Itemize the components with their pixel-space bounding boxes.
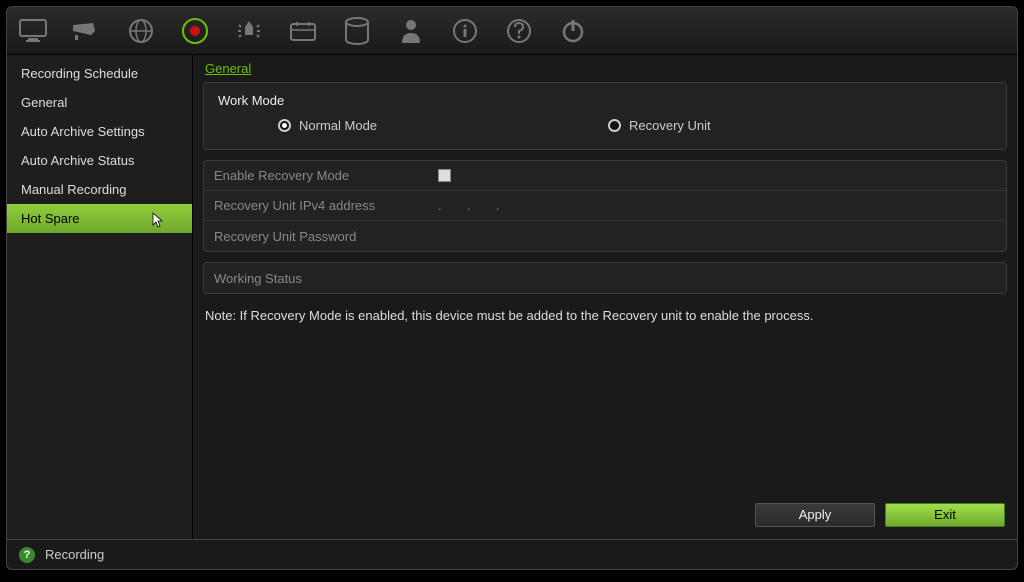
radio-label: Recovery Unit — [629, 118, 711, 133]
row-enable-recovery: Enable Recovery Mode — [204, 161, 1006, 191]
tab-general[interactable]: General — [205, 61, 251, 76]
content-area: General Work Mode Normal Mode Recovery U… — [193, 55, 1017, 539]
sidebar: Recording Schedule General Auto Archive … — [7, 55, 193, 539]
row-password: Recovery Unit Password — [204, 221, 1006, 251]
info-icon[interactable] — [447, 13, 483, 49]
sidebar-item-general[interactable]: General — [7, 88, 192, 117]
recovery-form: Enable Recovery Mode Recovery Unit IPv4 … — [203, 160, 1007, 252]
hdd-icon[interactable] — [339, 13, 375, 49]
label-enable-recovery: Enable Recovery Mode — [204, 168, 428, 183]
row-working-status: Working Status — [204, 263, 1006, 293]
cursor-icon — [152, 212, 164, 228]
sidebar-item-label: Hot Spare — [21, 211, 80, 226]
radio-icon — [278, 119, 291, 132]
sidebar-item-recording-schedule[interactable]: Recording Schedule — [7, 59, 192, 88]
note-text: Note: If Recovery Mode is enabled, this … — [203, 304, 1007, 327]
schedule-icon[interactable] — [285, 13, 321, 49]
sidebar-item-auto-archive-status[interactable]: Auto Archive Status — [7, 146, 192, 175]
radio-icon — [608, 119, 621, 132]
sidebar-item-manual-recording[interactable]: Manual Recording — [7, 175, 192, 204]
row-ipv4: Recovery Unit IPv4 address . . . — [204, 191, 1006, 221]
record-icon[interactable] — [177, 13, 213, 49]
status-table: Working Status — [203, 262, 1007, 294]
app-window: Recording Schedule General Auto Archive … — [6, 6, 1018, 570]
alarm-icon[interactable] — [231, 13, 267, 49]
radio-recovery-unit[interactable]: Recovery Unit — [608, 118, 711, 133]
camera-icon[interactable] — [69, 13, 105, 49]
radio-label: Normal Mode — [299, 118, 377, 133]
statusbar-help-icon[interactable]: ? — [19, 547, 35, 563]
statusbar-label: Recording — [45, 547, 104, 562]
label-password: Recovery Unit Password — [204, 229, 428, 244]
radio-normal-mode[interactable]: Normal Mode — [278, 118, 608, 133]
work-mode-title: Work Mode — [218, 93, 992, 108]
label-ipv4: Recovery Unit IPv4 address — [204, 198, 428, 213]
tab-row: General — [203, 59, 1007, 82]
user-icon[interactable] — [393, 13, 429, 49]
main-area: Recording Schedule General Auto Archive … — [7, 55, 1017, 539]
sidebar-item-hot-spare[interactable]: Hot Spare — [7, 204, 192, 233]
sidebar-item-auto-archive-settings[interactable]: Auto Archive Settings — [7, 117, 192, 146]
ipv4-input[interactable]: . . . — [428, 198, 1006, 213]
monitor-icon[interactable] — [15, 13, 51, 49]
globe-icon[interactable] — [123, 13, 159, 49]
work-mode-panel: Work Mode Normal Mode Recovery Unit — [203, 82, 1007, 150]
exit-button[interactable]: Exit — [885, 503, 1005, 527]
label-working-status: Working Status — [204, 271, 428, 286]
button-row: Apply Exit — [203, 497, 1007, 529]
top-toolbar — [7, 7, 1017, 55]
apply-button[interactable]: Apply — [755, 503, 875, 527]
status-bar: ? Recording — [7, 539, 1017, 569]
help-icon[interactable] — [501, 13, 537, 49]
power-icon[interactable] — [555, 13, 591, 49]
work-mode-options: Normal Mode Recovery Unit — [218, 118, 992, 133]
value-enable-recovery — [428, 169, 1006, 182]
enable-recovery-checkbox[interactable] — [438, 169, 451, 182]
